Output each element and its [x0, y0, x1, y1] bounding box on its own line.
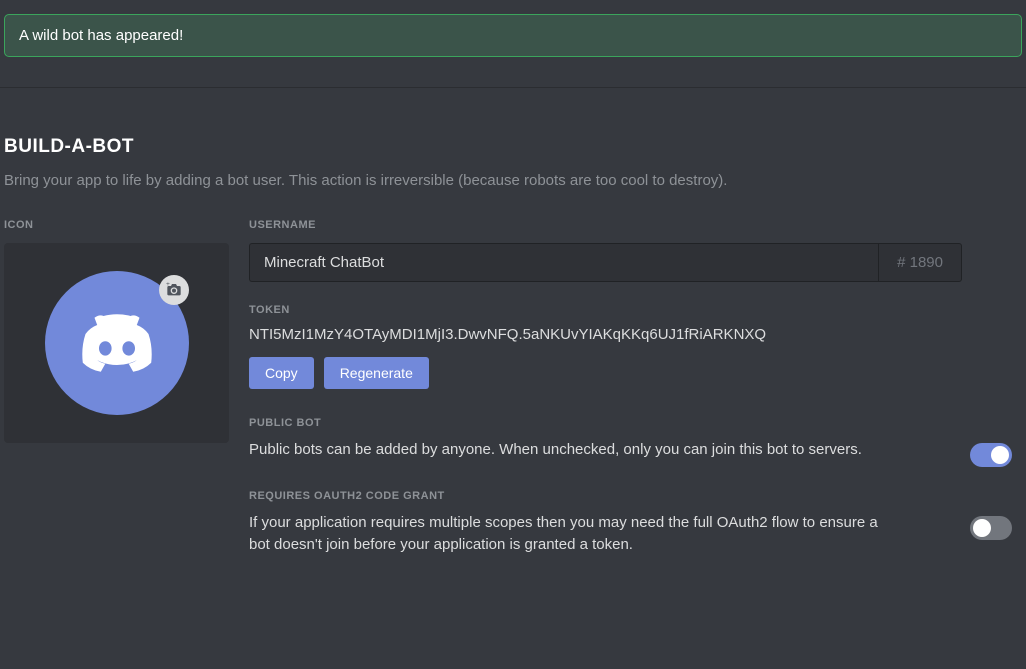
token-value: NTI5MzI1MzY4OTAyMDI1MjI3.DwvNFQ.5aNKUvYI… [249, 326, 962, 343]
toggle-knob [973, 519, 991, 537]
section-subtitle: Bring your app to life by adding a bot u… [4, 170, 1022, 191]
discord-logo-icon [72, 298, 162, 388]
notification-bar: A wild bot has appeared! [4, 14, 1022, 57]
notification-text: A wild bot has appeared! [19, 27, 183, 44]
divider [0, 87, 1026, 88]
copy-button[interactable]: Copy [249, 357, 314, 389]
icon-label: ICON [4, 219, 229, 231]
toggle-knob [991, 446, 1009, 464]
public-bot-toggle[interactable] [970, 443, 1012, 467]
section-title: BUILD-A-BOT [4, 136, 1022, 158]
upload-avatar-button[interactable]: + [159, 275, 189, 305]
public-bot-description: Public bots can be added by anyone. When… [249, 439, 962, 462]
username-label: USERNAME [249, 219, 962, 231]
oauth-grant-toggle[interactable] [970, 516, 1012, 540]
regenerate-button[interactable]: Regenerate [324, 357, 429, 389]
icon-upload-box[interactable]: + [4, 243, 229, 443]
public-bot-label: PUBLIC BOT [249, 417, 962, 429]
camera-icon: + [166, 282, 182, 298]
oauth-grant-label: REQUIRES OAUTH2 CODE GRANT [249, 490, 962, 502]
username-input[interactable] [249, 243, 878, 282]
token-label: TOKEN [249, 304, 962, 316]
username-discriminator: # 1890 [878, 243, 962, 282]
bot-avatar: + [45, 271, 189, 415]
oauth-grant-description: If your application requires multiple sc… [249, 512, 962, 557]
